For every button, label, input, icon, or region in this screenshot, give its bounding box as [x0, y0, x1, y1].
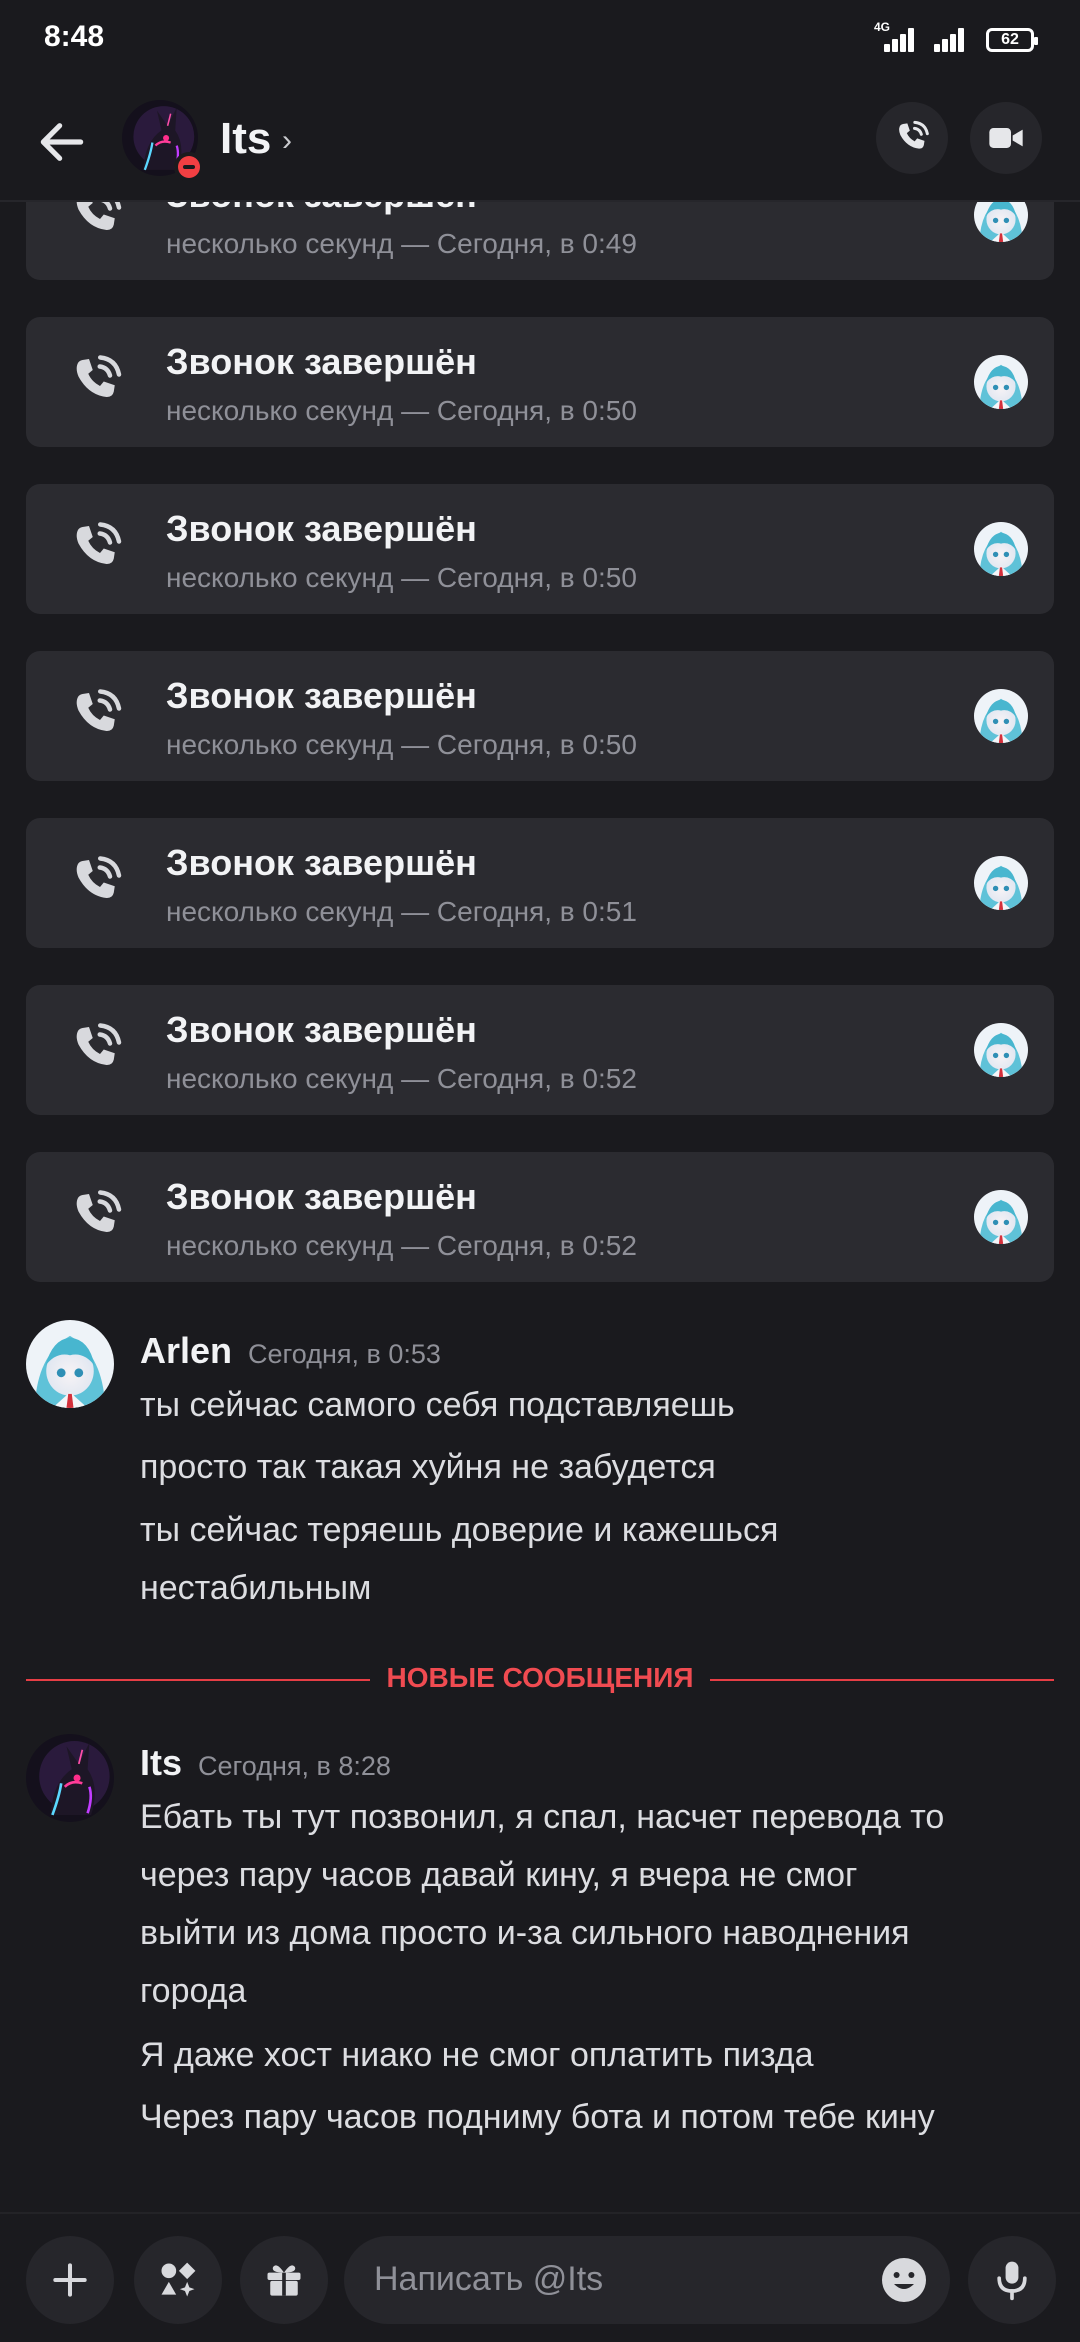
back-arrow-icon[interactable] [34, 114, 90, 170]
participant-avatar[interactable] [974, 689, 1028, 743]
call-title: Звонок завершён [166, 1009, 477, 1050]
video-call-button[interactable] [970, 102, 1042, 174]
voice-call-button[interactable] [876, 102, 948, 174]
new-messages-divider: НОВЫЕ СООБЩЕНИЯ [26, 1660, 1054, 1700]
emoji-icon[interactable] [880, 2256, 928, 2304]
phone-call-icon [66, 1019, 126, 1079]
phone-call-icon [66, 518, 126, 578]
status-bar: 8:48 4G 62 [0, 0, 1080, 80]
call-subtitle: несколько секунд — Сегодня, в 0:49 [166, 228, 637, 259]
author-name[interactable]: Its [140, 1742, 182, 1783]
phone-call-icon [66, 685, 126, 745]
message-author[interactable]: Arlen Сегодня, в 0:53 [140, 1330, 441, 1372]
message-input[interactable]: Написать @Its [344, 2236, 950, 2324]
call-subtitle: несколько секунд — Сегодня, в 0:50 [166, 729, 637, 760]
plus-icon [53, 2263, 87, 2297]
message-group: Its Сегодня, в 8:28 Ебать ты тут позвонил… [0, 1730, 1080, 2150]
message-text[interactable]: ты сейчас самого себя подставляешь [140, 1376, 1060, 1434]
call-subtitle: несколько секунд — Сегодня, в 0:52 [166, 1063, 637, 1094]
message-text[interactable]: Через пару часов подниму бота и потом те… [140, 2088, 1060, 2146]
message-text[interactable]: выйти из дома просто и-за сильного навод… [140, 1904, 1060, 1962]
call-subtitle: несколько секунд — Сегодня, в 0:50 [166, 562, 637, 593]
channel-avatar[interactable] [122, 100, 204, 182]
battery-level: 62 [1001, 31, 1019, 48]
apps-icon [161, 2262, 196, 2297]
network-type: 4G [874, 20, 891, 34]
cellular-4g-signal-icon: 4G [874, 20, 916, 52]
call-subtitle: несколько секунд — Сегодня, в 0:50 [166, 395, 637, 426]
call-ended-card[interactable]: Звонок завершён несколько секунд — Сегод… [26, 317, 1054, 447]
new-messages-label: НОВЫЕ СООБЩЕНИЯ [386, 1662, 694, 1693]
phone-call-icon [66, 351, 126, 411]
cellular-signal-icon [930, 24, 972, 52]
gift-button[interactable] [240, 2236, 328, 2324]
call-ended-card[interactable]: Звонок завершён несколько секунд — Сегод… [26, 651, 1054, 781]
microphone-icon [997, 2261, 1027, 2301]
participant-avatar[interactable] [974, 1023, 1028, 1077]
participant-avatar[interactable] [974, 856, 1028, 910]
apps-button[interactable] [134, 2236, 222, 2324]
participant-avatar[interactable] [974, 1190, 1028, 1244]
message-timestamp: Сегодня, в 0:53 [248, 1339, 441, 1369]
call-title: Звонок завершён [166, 1176, 477, 1217]
call-title: Звонок завершён [166, 842, 477, 883]
voice-message-button[interactable] [968, 2236, 1056, 2324]
video-camera-icon [989, 128, 1023, 148]
clock: 8:48 [44, 20, 105, 53]
message-text[interactable]: просто так такая хуйня не забудется [140, 1438, 1060, 1496]
call-title: Звонок завершён [166, 675, 477, 716]
message-timestamp: Сегодня, в 8:28 [198, 1751, 391, 1781]
system-icons: 4G 62 [874, 20, 1038, 52]
phone-call-icon [66, 1186, 126, 1246]
message-text[interactable]: города [140, 1962, 1060, 2020]
message-composer: Написать @Its [0, 2212, 1080, 2342]
author-avatar[interactable] [26, 1734, 114, 1822]
message-text[interactable]: нестабильным [140, 1559, 1060, 1617]
message-text[interactable]: Я даже хост ниако не смог оплатить пизда [140, 2026, 1060, 2084]
message-text[interactable]: ты сейчас теряешь доверие и кажешься [140, 1501, 1060, 1559]
message-text[interactable]: через пару часов давай кину, я вчера не … [140, 1846, 1060, 1904]
call-ended-card[interactable]: Звонок завершён несколько секунд — Сегод… [26, 818, 1054, 948]
call-subtitle: несколько секунд — Сегодня, в 0:51 [166, 896, 637, 927]
call-subtitle: несколько секунд — Сегодня, в 0:52 [166, 1230, 637, 1261]
add-attachment-button[interactable] [26, 2236, 114, 2324]
participant-avatar[interactable] [974, 355, 1028, 409]
call-ended-card[interactable]: Звонок завершён несколько секунд — Сегод… [26, 484, 1054, 614]
battery-icon: 62 [986, 28, 1038, 52]
author-avatar[interactable] [26, 1320, 114, 1408]
gift-icon [267, 2265, 301, 2296]
call-title: Звонок завершён [166, 508, 477, 549]
dnd-status-icon [174, 152, 204, 182]
channel-name[interactable]: Its [220, 114, 271, 164]
call-ended-card[interactable]: Звонок завершён несколько секунд — Сегод… [26, 1152, 1054, 1282]
phone-call-icon [66, 852, 126, 912]
message-group: Arlen Сегодня, в 0:53 ты сейчас самого се… [0, 1318, 1080, 1618]
message-text[interactable]: Ебать ты тут позвонил, я спал, насчет пе… [140, 1788, 1060, 1846]
channel-header: Its › [0, 80, 1080, 202]
author-name[interactable]: Arlen [140, 1330, 232, 1371]
message-author[interactable]: Its Сегодня, в 8:28 [140, 1742, 391, 1784]
chevron-right-icon[interactable]: › [282, 124, 292, 158]
phone-call-icon [892, 118, 932, 158]
participant-avatar[interactable] [974, 522, 1028, 576]
message-input-placeholder: Написать @Its [374, 2260, 604, 2298]
call-ended-card[interactable]: Звонок завершён несколько секунд — Сегод… [26, 985, 1054, 1115]
call-title: Звонок завершён [166, 341, 477, 382]
